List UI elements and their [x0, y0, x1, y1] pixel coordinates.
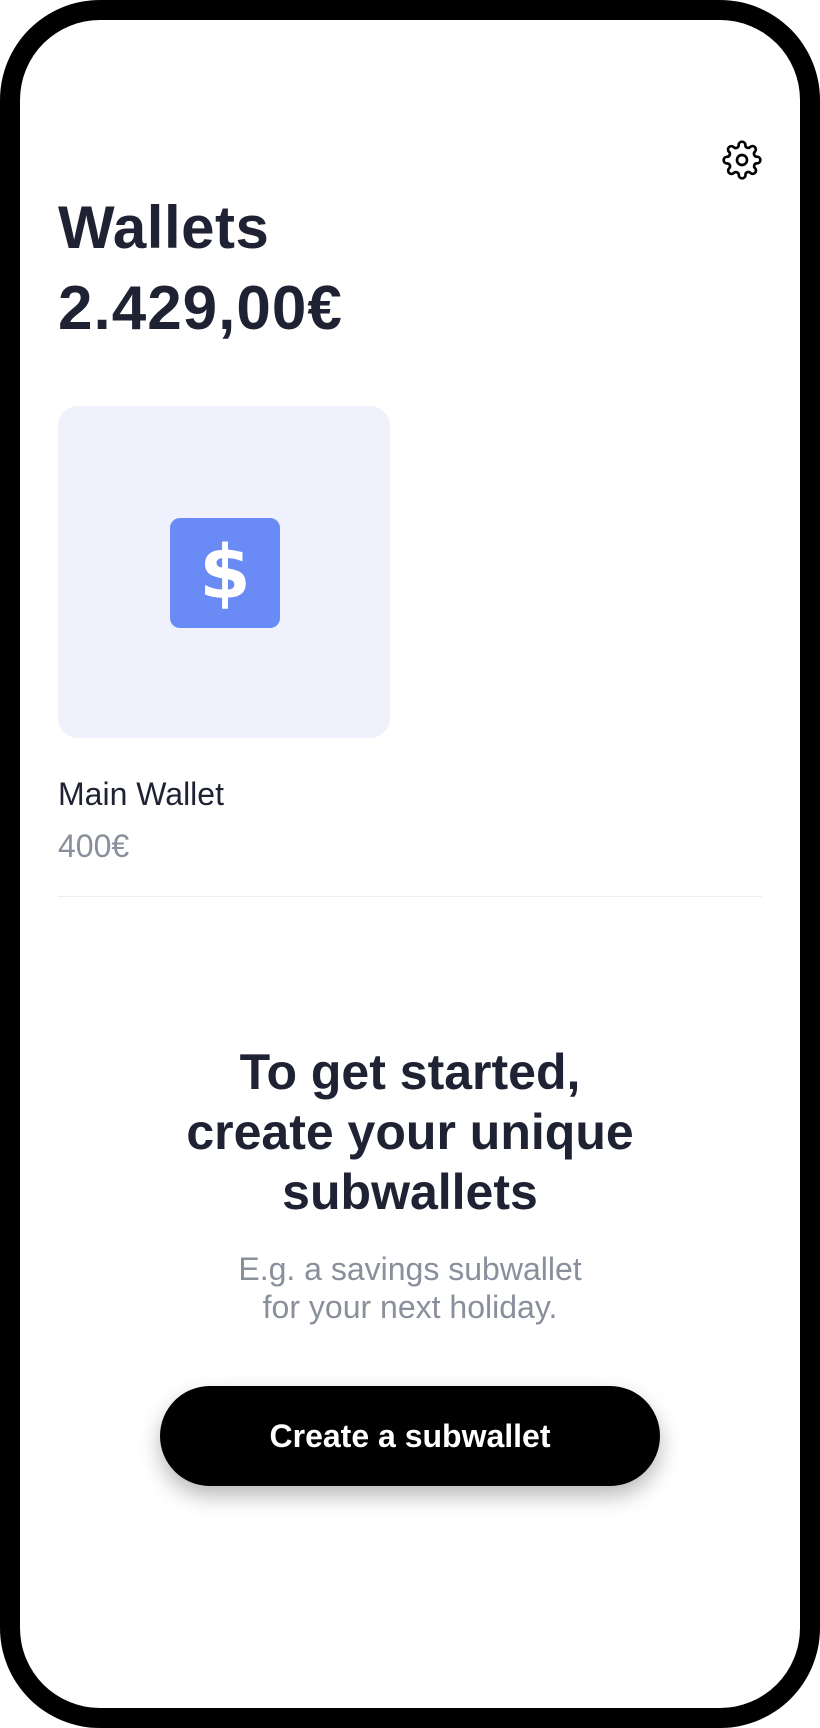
- divider: [58, 896, 762, 897]
- empty-state-heading: To get started, create your unique subwa…: [186, 1044, 634, 1220]
- total-balance: 2.429,00€: [58, 274, 343, 343]
- page-title: Wallets: [58, 194, 270, 261]
- gear-icon: [722, 139, 762, 185]
- wallet-card-main[interactable]: $: [58, 406, 390, 738]
- app-screen: Wallets 2.429,00€ $ Main Wallet 400€ To …: [20, 20, 800, 1708]
- device-frame: Wallets 2.429,00€ $ Main Wallet 400€ To …: [0, 0, 820, 1728]
- settings-button[interactable]: [720, 139, 764, 185]
- dollar-icon: $: [170, 518, 280, 628]
- wallet-name: Main Wallet: [58, 776, 224, 812]
- empty-state-subtext: E.g. a savings subwallet for your next h…: [238, 1251, 582, 1325]
- wallet-amount: 400€: [58, 828, 130, 864]
- create-subwallet-button[interactable]: Create a subwallet: [160, 1386, 660, 1486]
